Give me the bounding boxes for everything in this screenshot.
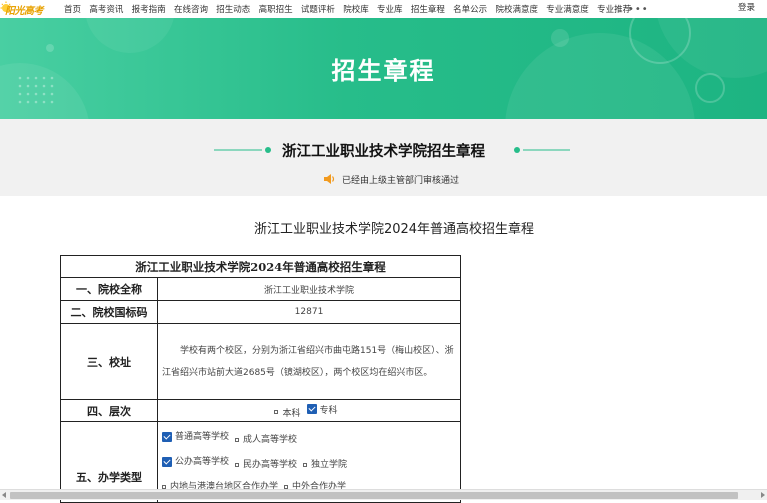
scroll-left-icon[interactable] xyxy=(2,492,6,498)
option-doc-rows-type_line2-2[interactable]: 独立学院 xyxy=(303,454,347,476)
unchecked-checkbox-icon[interactable] xyxy=(235,438,240,442)
more-menu-icon[interactable]: ••• xyxy=(628,0,649,18)
nav-item-9[interactable]: 招生章程 xyxy=(411,3,445,15)
row-value-level: 本科 专科 xyxy=(157,399,461,422)
row-value-address: 学校有两个校区，分别为浙江省绍兴市曲屯路151号（梅山校区）、浙江省绍兴市站前大… xyxy=(157,323,461,400)
speaker-icon xyxy=(324,174,335,184)
unchecked-checkbox-icon[interactable] xyxy=(274,410,279,414)
option-doc-rows-level_options-1[interactable]: 专科 xyxy=(306,403,338,416)
banner-title: 招生章程 xyxy=(331,57,436,85)
row-label-level: 四、层次 xyxy=(60,399,158,422)
nav-item-7[interactable]: 院校库 xyxy=(343,3,369,15)
option-label: 本科 xyxy=(282,408,301,419)
nav-item-10[interactable]: 名单公示 xyxy=(453,3,487,15)
nav-item-0[interactable]: 首页 xyxy=(64,3,81,15)
type-line-1: 普通高等学校 成人高等学校 xyxy=(162,426,456,451)
nav-item-12[interactable]: 专业满意度 xyxy=(546,3,589,15)
unchecked-checkbox-icon[interactable] xyxy=(235,463,240,467)
horizontal-scrollbar[interactable] xyxy=(0,489,767,500)
logo-text: 阳光高考 xyxy=(5,6,44,17)
nav-item-11[interactable]: 院校满意度 xyxy=(495,3,538,15)
nav-item-3[interactable]: 在线咨询 xyxy=(174,3,208,15)
checked-checkbox-icon[interactable] xyxy=(162,432,172,442)
option-label: 民办高等学校 xyxy=(243,460,298,470)
audit-text: 已经由上级主管部门审核通过 xyxy=(342,175,460,186)
page-title: 浙江工业职业技术学院招生章程 xyxy=(282,144,485,160)
nav-item-1[interactable]: 高考资讯 xyxy=(89,3,123,15)
option-label: 普通高等学校 xyxy=(175,432,230,442)
row-value-code: 12871 xyxy=(157,300,461,324)
title-decoration-right xyxy=(514,147,570,153)
row-label-name: 一、院校全称 xyxy=(60,277,158,301)
unchecked-checkbox-icon[interactable] xyxy=(303,463,308,467)
top-navigation: 阳光高考 首页 高考资讯 报考指南 在线咨询 招生动态 高职招生 试题评析 院校库 专业库 招生章… xyxy=(0,0,767,18)
option-doc-rows-level_options-0[interactable]: 本科 xyxy=(274,406,301,419)
option-label: 成人高等学校 xyxy=(243,435,298,445)
option-label: 独立学院 xyxy=(311,460,348,470)
option-doc-rows-type_line1-1[interactable]: 成人高等学校 xyxy=(235,429,297,451)
row-value-name: 浙江工业职业技术学院 xyxy=(157,277,461,301)
option-doc-rows-type_line1-0[interactable]: 普通高等学校 xyxy=(162,426,229,448)
document-heading: 浙江工业职业技术学院2024年普通高校招生章程 xyxy=(253,222,535,237)
nav-links: 首页 高考资讯 报考指南 在线咨询 招生动态 高职招生 试题评析 院校库 专业库 招生章程 名单公示… xyxy=(64,0,639,18)
nav-item-8[interactable]: 专业库 xyxy=(377,3,403,15)
scrollbar-thumb[interactable] xyxy=(10,492,738,499)
nav-item-5[interactable]: 高职招生 xyxy=(259,3,293,15)
row-label-code: 二、院校国标码 xyxy=(60,300,158,324)
checked-checkbox-icon[interactable] xyxy=(162,457,172,467)
option-doc-rows-type_line2-1[interactable]: 民办高等学校 xyxy=(235,454,297,476)
audit-notice: 已经由上级主管部门审核通过 xyxy=(323,172,459,186)
nav-item-4[interactable]: 招生动态 xyxy=(216,3,250,15)
option-label: 公办高等学校 xyxy=(175,457,230,467)
charter-table: 浙江工业职业技术学院2024年普通高校招生章程 一、院校全称 浙江工业职业技术学… xyxy=(60,255,461,503)
nav-item-13[interactable]: 专业推荐 xyxy=(597,3,631,15)
nav-item-6[interactable]: 试题评析 xyxy=(301,3,335,15)
row-label-address: 三、校址 xyxy=(60,323,158,400)
site-logo[interactable]: 阳光高考 xyxy=(0,0,52,18)
checked-checkbox-icon[interactable] xyxy=(306,404,317,414)
option-doc-rows-type_line2-0[interactable]: 公办高等学校 xyxy=(162,451,229,473)
scroll-right-icon[interactable] xyxy=(761,492,765,498)
nav-item-2[interactable]: 报考指南 xyxy=(132,3,166,15)
login-link[interactable]: 登录 xyxy=(738,0,755,14)
option-label: 专科 xyxy=(319,405,338,416)
table-caption: 浙江工业职业技术学院2024年普通高校招生章程 xyxy=(60,255,461,278)
page-banner: 招生章程 xyxy=(0,18,767,119)
